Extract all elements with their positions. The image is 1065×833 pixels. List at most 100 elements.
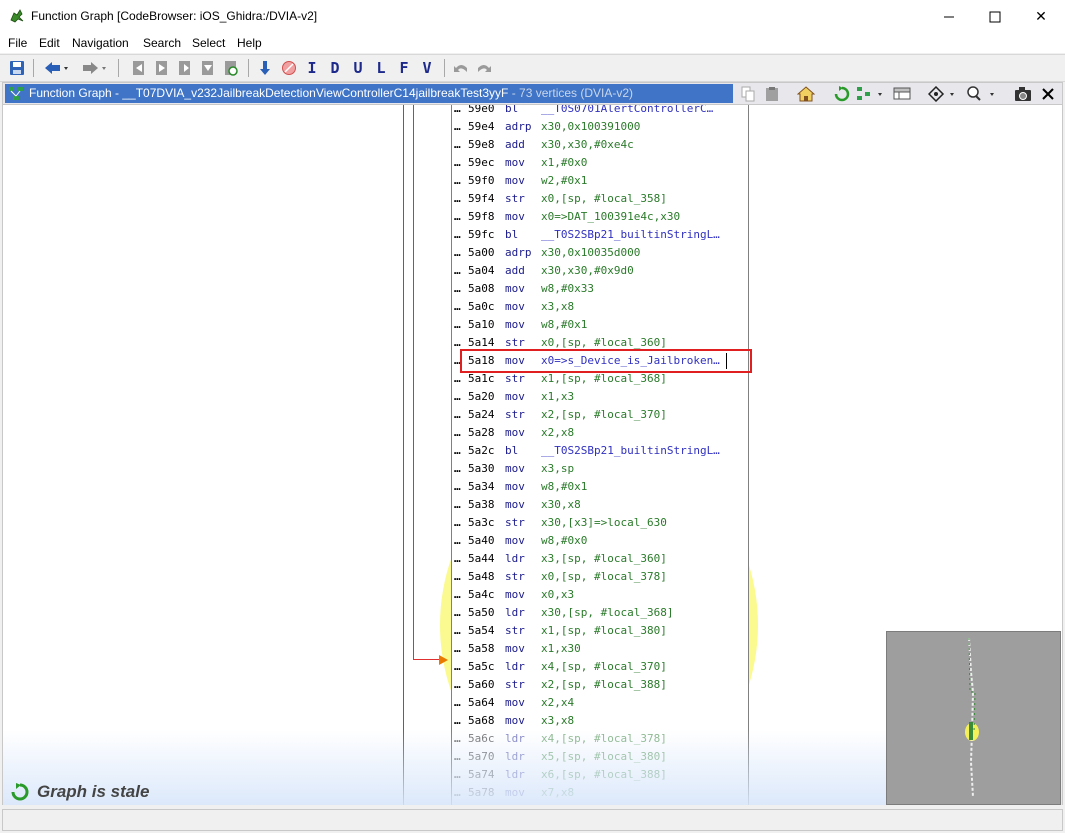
instruction-row[interactable]: … 5a64 mov x2,x4 bbox=[452, 694, 748, 712]
instruction-row[interactable]: … 59f4 str x0,[sp, #local_358] bbox=[452, 190, 748, 208]
instruction-row[interactable]: … 5a40 mov w8,#0x0 bbox=[452, 532, 748, 550]
paste-button[interactable] bbox=[763, 85, 781, 103]
redo-button[interactable] bbox=[475, 59, 493, 77]
instruction-row[interactable]: … 59e0 bl __T0S0701AlertControllerC… bbox=[452, 105, 748, 118]
menu-search[interactable]: Search bbox=[143, 36, 181, 50]
instruction-row[interactable]: … 5a10 mov w8,#0x1 bbox=[452, 316, 748, 334]
instruction-address: 5a60 bbox=[468, 678, 495, 691]
instruction-row[interactable]: … 5a38 mov x30,x8 bbox=[452, 496, 748, 514]
instruction-row[interactable]: … 59fc bl __T0S2SBp21_builtinStringL… bbox=[452, 226, 748, 244]
row-ellipsis: … bbox=[454, 426, 461, 439]
instruction-address: 5a40 bbox=[468, 534, 495, 547]
instruction-row[interactable]: … 59f8 mov x0=>DAT_100391e4c,x30 bbox=[452, 208, 748, 226]
menu-bar: File Edit Navigation Search Select Help bbox=[0, 33, 1065, 53]
instruction-row[interactable]: … 5a50 ldr x30,[sp, #local_368] bbox=[452, 604, 748, 622]
instruction-address: 5a28 bbox=[468, 426, 495, 439]
menu-select[interactable]: Select bbox=[192, 36, 225, 50]
code-block-vertex[interactable]: … 59e0 bl __T0S0701AlertControllerC… … 59e4 ad… bbox=[451, 105, 749, 805]
stop-button[interactable] bbox=[280, 59, 298, 77]
instruction-row[interactable]: … 59e4 adrp x30,0x100391000 bbox=[452, 118, 748, 136]
copy-button[interactable] bbox=[739, 85, 757, 103]
instruction-row[interactable]: … 5a00 adrp x30,0x10035d000 bbox=[452, 244, 748, 262]
instruction-row[interactable]: … 5a34 mov w8,#0x1 bbox=[452, 478, 748, 496]
instruction-operands: x3,sp bbox=[541, 462, 575, 475]
instruction-row[interactable]: … 59e8 add x30,x30,#0xe4c bbox=[452, 136, 748, 154]
row-ellipsis: … bbox=[454, 606, 461, 619]
nav-next-data-button[interactable] bbox=[199, 59, 217, 77]
instruction-mnemonic: ldr bbox=[505, 606, 525, 619]
instruction-mnemonic: mov bbox=[505, 696, 525, 709]
menu-navigation[interactable]: Navigation bbox=[72, 36, 129, 50]
menu-file[interactable]: File bbox=[8, 36, 27, 50]
instruction-row[interactable]: … 5a44 ldr x3,[sp, #local_360] bbox=[452, 550, 748, 568]
instruction-row[interactable]: … 5a24 str x2,[sp, #local_370] bbox=[452, 406, 748, 424]
instruction-mnemonic: mov bbox=[505, 534, 525, 547]
goto-next-instruction-button[interactable] bbox=[256, 59, 274, 77]
instruction-row[interactable]: … 5a68 mov x3,x8 bbox=[452, 712, 748, 730]
satellite-overview[interactable] bbox=[886, 631, 1061, 805]
forward-button[interactable] bbox=[80, 59, 108, 77]
nav-prev-data-button[interactable] bbox=[176, 59, 194, 77]
undo-button[interactable] bbox=[452, 59, 470, 77]
instruction-mnemonic: str bbox=[505, 408, 525, 421]
graph-stale-indicator[interactable]: Graph is stale bbox=[11, 782, 149, 802]
zoom-options-button[interactable] bbox=[965, 85, 997, 103]
minimize-button[interactable] bbox=[926, 0, 972, 33]
instruction-row[interactable]: … 5a08 mov w8,#0x33 bbox=[452, 280, 748, 298]
instruction-row[interactable]: … 5a04 add x30,x30,#0x9d0 bbox=[452, 262, 748, 280]
instruction-row[interactable]: … 5a2c bl __T0S2SBp21_builtinStringL… bbox=[452, 442, 748, 460]
close-window-button[interactable]: ✕ bbox=[1018, 0, 1064, 33]
maximize-icon bbox=[989, 11, 1001, 22]
instruction-operands: x2,x4 bbox=[541, 696, 575, 709]
menu-help[interactable]: Help bbox=[237, 36, 262, 50]
instruction-row[interactable]: … 59ec mov x1,#0x0 bbox=[452, 154, 748, 172]
nav-next-function-button[interactable] bbox=[153, 59, 171, 77]
nav-prev-function-button[interactable] bbox=[130, 59, 148, 77]
instruction-address: 5a34 bbox=[468, 480, 495, 493]
instruction-row[interactable]: … 5a58 mov x1,x30 bbox=[452, 640, 748, 658]
instruction-row[interactable]: … 5a0c mov x3,x8 bbox=[452, 298, 748, 316]
instruction-row[interactable]: … 59f0 mov w2,#0x1 bbox=[452, 172, 748, 190]
back-button[interactable] bbox=[42, 59, 70, 77]
instruction-mnemonic: add bbox=[505, 138, 525, 151]
instruction-row[interactable]: … 5a3c str x30,[x3]=>local_630 bbox=[452, 514, 748, 532]
instruction-row[interactable]: … 5a5c ldr x4,[sp, #local_370] bbox=[452, 658, 748, 676]
instruction-row[interactable]: … 5a60 str x2,[sp, #local_388] bbox=[452, 676, 748, 694]
nav-undefined-button[interactable]: U bbox=[349, 59, 367, 77]
instruction-row[interactable]: … 5a20 mov x1,x3 bbox=[452, 388, 748, 406]
instruction-operands: x30,x30,#0xe4c bbox=[541, 138, 634, 151]
annotation-highlight-box bbox=[460, 349, 752, 373]
close-graph-button[interactable] bbox=[1039, 85, 1057, 103]
menu-edit[interactable]: Edit bbox=[39, 36, 60, 50]
instruction-row[interactable]: … 5a4c mov x0,x3 bbox=[452, 586, 748, 604]
instruction-row[interactable]: … 5a28 mov x2,x8 bbox=[452, 424, 748, 442]
navigation-mode-button[interactable] bbox=[927, 85, 957, 103]
function-graph-header: Function Graph - __T07DVIA_v232Jailbreak… bbox=[2, 82, 1063, 105]
row-ellipsis: … bbox=[454, 696, 461, 709]
instruction-mnemonic: bl bbox=[505, 105, 519, 115]
snapshot-button[interactable] bbox=[1014, 85, 1032, 103]
row-ellipsis: … bbox=[454, 462, 461, 475]
nav-data-button[interactable]: D bbox=[326, 59, 344, 77]
instruction-mnemonic: mov bbox=[505, 282, 525, 295]
layout-button[interactable] bbox=[855, 85, 885, 103]
maximize-button[interactable] bbox=[972, 0, 1018, 33]
nav-instruction-button[interactable]: I bbox=[303, 59, 321, 77]
home-button[interactable] bbox=[797, 85, 815, 103]
row-ellipsis: … bbox=[454, 300, 461, 313]
document-nav-icon bbox=[202, 61, 213, 75]
nav-value-button[interactable]: V bbox=[418, 59, 436, 77]
instruction-row[interactable]: … 5a48 str x0,[sp, #local_378] bbox=[452, 568, 748, 586]
row-ellipsis: … bbox=[454, 192, 461, 205]
instruction-row[interactable]: … 5a54 str x1,[sp, #local_380] bbox=[452, 622, 748, 640]
instruction-row[interactable]: … 5a30 mov x3,sp bbox=[452, 460, 748, 478]
save-icon bbox=[10, 61, 24, 75]
nav-function-button[interactable]: F bbox=[395, 59, 413, 77]
save-button[interactable] bbox=[8, 59, 26, 77]
nav-label-button[interactable]: L bbox=[372, 59, 390, 77]
graph-title: Function Graph - __T07DVIA_v232Jailbreak… bbox=[29, 86, 633, 100]
nav-bookmark-button[interactable] bbox=[222, 59, 240, 77]
refresh-button[interactable] bbox=[833, 85, 851, 103]
row-ellipsis: … bbox=[454, 642, 461, 655]
display-options-button[interactable] bbox=[893, 85, 911, 103]
